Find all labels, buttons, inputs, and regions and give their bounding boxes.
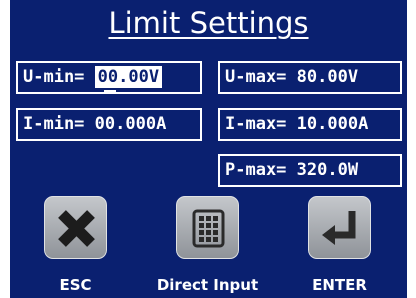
i-max-label: I-max= xyxy=(225,114,287,134)
u-min-label: U-min= xyxy=(23,67,85,87)
i-min-label: I-min= xyxy=(23,114,85,134)
p-max-label: P-max= xyxy=(225,160,287,180)
direct-input-button[interactable] xyxy=(176,196,239,259)
page-title: Limit Settings xyxy=(108,6,309,40)
enter-button-label: ENTER xyxy=(312,276,367,294)
i-max-field[interactable]: I-max= 10.000A xyxy=(218,108,402,141)
esc-button-label: ESC xyxy=(59,276,92,294)
enter-button[interactable] xyxy=(308,196,371,259)
u-min-value[interactable]: 00.00V xyxy=(94,66,163,92)
close-icon xyxy=(58,210,95,247)
text-cursor xyxy=(103,90,116,92)
i-min-value: 00.000A xyxy=(94,114,167,134)
direct-input-button-label: Direct Input xyxy=(156,276,259,294)
keypad-icon xyxy=(192,209,225,248)
esc-button[interactable] xyxy=(44,196,107,259)
u-max-field[interactable]: U-max= 80.00V xyxy=(218,61,402,94)
p-max-value: 320.0W xyxy=(296,160,359,180)
i-min-field[interactable]: I-min= 00.000A xyxy=(16,108,202,141)
i-max-value: 10.000A xyxy=(296,114,369,134)
u-min-field[interactable]: U-min= 00.00V xyxy=(16,61,202,94)
enter-icon xyxy=(322,211,356,245)
u-max-label: U-max= xyxy=(225,67,287,87)
settings-screen: Limit Settings U-min= 00.00V U-max= 80.0… xyxy=(10,0,407,298)
u-max-value: 80.00V xyxy=(296,67,359,87)
p-max-field[interactable]: P-max= 320.0W xyxy=(218,154,402,187)
